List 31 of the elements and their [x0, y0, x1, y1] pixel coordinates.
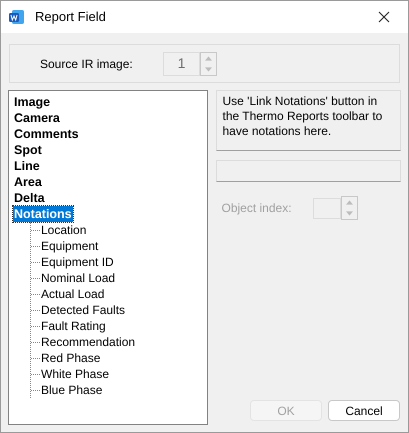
info-text: Use 'Link Notations' button in the Thermo Reports toolbar to have notations here.: [222, 94, 384, 139]
window-title: Report Field: [35, 8, 106, 26]
tree-item[interactable]: Notations: [13, 206, 73, 222]
down-arrow-icon: [346, 211, 354, 216]
tree-item[interactable]: Spot: [13, 142, 43, 158]
app-icon: [9, 9, 25, 25]
close-icon[interactable]: [378, 11, 390, 23]
cancel-button[interactable]: Cancel: [328, 400, 400, 421]
down-arrow-icon: [205, 66, 212, 72]
tree-item[interactable]: Camera: [13, 110, 61, 126]
source-ir-image-label: Source IR image:: [40, 56, 134, 72]
object-index-field[interactable]: [313, 198, 342, 218]
tree-item[interactable]: Line: [13, 158, 41, 174]
tree-item[interactable]: Image: [13, 94, 52, 110]
tree-item[interactable]: Actual Load: [40, 286, 106, 302]
tree-item[interactable]: Nominal Load: [40, 270, 116, 286]
tree-item[interactable]: Area: [13, 174, 43, 190]
tree-item[interactable]: White Phase: [40, 366, 110, 382]
tree-item[interactable]: Recommendation: [40, 334, 136, 350]
object-index-label: Object index:: [221, 200, 293, 217]
tree-item[interactable]: Location: [40, 222, 88, 238]
up-arrow-icon: [205, 56, 212, 60]
up-arrow-icon: [346, 200, 354, 205]
tree-item[interactable]: Fault Rating: [40, 318, 107, 334]
tree-item[interactable]: Equipment ID: [40, 254, 115, 270]
tree-item[interactable]: Blue Phase: [40, 382, 104, 398]
tree-item[interactable]: Delta: [13, 190, 46, 206]
tree-item[interactable]: Comments: [13, 126, 80, 142]
tree-item[interactable]: Equipment: [40, 238, 100, 254]
tree-item[interactable]: Detected Faults: [40, 302, 126, 318]
tree-item[interactable]: Red Phase: [40, 350, 102, 366]
